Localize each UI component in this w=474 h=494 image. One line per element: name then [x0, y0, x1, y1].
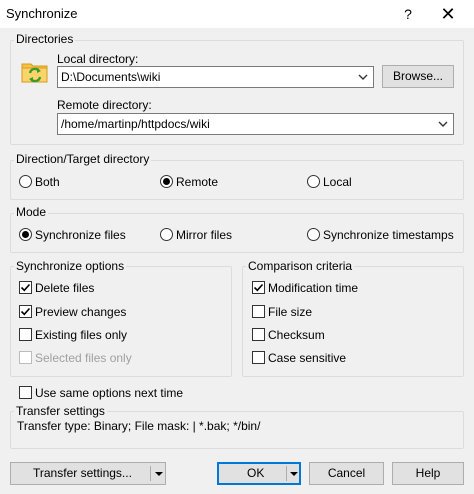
- file-size-checkbox[interactable]: [252, 305, 265, 318]
- mode-mirror-files-label: Mirror files: [176, 228, 232, 242]
- mode-sync-timestamps-radio[interactable]: [307, 228, 320, 241]
- case-sensitive-label: Case sensitive: [268, 351, 347, 365]
- checksum-option[interactable]: Checksum: [252, 327, 402, 343]
- delete-files-option[interactable]: Delete files: [19, 280, 169, 296]
- transfer-settings-button-label: Transfer settings...: [33, 466, 132, 480]
- sync-options-group-label: Synchronize options: [14, 259, 127, 273]
- checkmark-icon: [20, 283, 31, 292]
- direction-group-label: Direction/Target directory: [14, 152, 152, 166]
- checkmark-icon: [20, 307, 31, 316]
- mode-mirror-files-option[interactable]: Mirror files: [160, 227, 280, 243]
- comparison-criteria-group-label: Comparison criteria: [246, 259, 355, 273]
- preview-changes-label: Preview changes: [35, 305, 127, 319]
- remote-directory-combo[interactable]: /home/martinp/httpdocs/wiki: [57, 113, 454, 135]
- remote-directory-value: /home/martinp/httpdocs/wiki: [61, 117, 210, 131]
- chevron-down-icon: [358, 74, 368, 80]
- existing-files-only-option[interactable]: Existing files only: [19, 327, 169, 343]
- local-directory-label: Local directory:: [57, 52, 139, 66]
- mode-sync-files-label: Synchronize files: [35, 228, 126, 242]
- local-directory-value: D:\Documents\wiki: [61, 70, 161, 84]
- directories-group-label: Directories: [14, 32, 76, 46]
- selected-files-only-checkbox: [19, 351, 32, 364]
- modification-time-option[interactable]: Modification time: [252, 280, 402, 296]
- preview-changes-checkbox[interactable]: [19, 305, 32, 318]
- selected-files-only-label: Selected files only: [35, 351, 132, 365]
- checksum-label: Checksum: [268, 328, 325, 342]
- file-size-label: File size: [268, 305, 313, 319]
- browse-button[interactable]: Browse...: [382, 65, 454, 88]
- same-options-option[interactable]: Use same options next time: [19, 385, 219, 401]
- direction-local-radio[interactable]: [307, 175, 320, 188]
- direction-remote-label: Remote: [176, 175, 219, 189]
- delete-files-label: Delete files: [35, 281, 95, 295]
- mode-mirror-files-radio[interactable]: [160, 228, 173, 241]
- direction-remote-option[interactable]: Remote: [160, 174, 260, 190]
- folder-sync-icon: [20, 56, 50, 86]
- file-size-option[interactable]: File size: [252, 304, 402, 320]
- mode-sync-timestamps-label: Synchronize timestamps: [323, 228, 454, 242]
- preview-changes-option[interactable]: Preview changes: [19, 304, 169, 320]
- checksum-checkbox[interactable]: [252, 328, 265, 341]
- mode-sync-files-option[interactable]: Synchronize files: [19, 227, 149, 243]
- transfer-settings-summary: Transfer type: Binary; File mask: | *.ba…: [17, 419, 261, 433]
- mode-sync-files-radio[interactable]: [19, 228, 32, 241]
- direction-both-option[interactable]: Both: [19, 174, 119, 190]
- ok-split-button[interactable]: OK: [217, 462, 301, 485]
- delete-files-checkbox[interactable]: [19, 281, 32, 294]
- help-button[interactable]: Help: [392, 462, 464, 485]
- chevron-down-icon: [438, 121, 448, 127]
- chevron-down-icon[interactable]: [154, 469, 164, 479]
- direction-both-label: Both: [35, 175, 60, 189]
- mode-sync-timestamps-option[interactable]: Synchronize timestamps: [307, 227, 457, 243]
- direction-remote-radio[interactable]: [160, 175, 173, 188]
- selected-files-only-option: Selected files only: [19, 350, 169, 366]
- checkmark-icon: [253, 283, 264, 292]
- transfer-settings-split-button[interactable]: Transfer settings...: [10, 462, 166, 485]
- direction-both-radio[interactable]: [19, 175, 32, 188]
- direction-local-option[interactable]: Local: [307, 174, 407, 190]
- close-button[interactable]: ✕: [434, 3, 462, 25]
- modification-time-checkbox[interactable]: [252, 281, 265, 294]
- local-directory-combo[interactable]: D:\Documents\wiki: [57, 66, 374, 88]
- existing-files-only-label: Existing files only: [35, 328, 128, 342]
- existing-files-only-checkbox[interactable]: [19, 328, 32, 341]
- ok-button-label: OK: [247, 466, 265, 480]
- chevron-down-icon[interactable]: [289, 469, 299, 479]
- cancel-button[interactable]: Cancel: [309, 462, 384, 485]
- window-title: Synchronize: [6, 6, 78, 21]
- remote-directory-label: Remote directory:: [57, 98, 152, 112]
- case-sensitive-option[interactable]: Case sensitive: [252, 350, 402, 366]
- split-divider: [286, 466, 287, 481]
- split-divider: [150, 466, 151, 481]
- direction-local-label: Local: [323, 175, 352, 189]
- mode-group-label: Mode: [14, 205, 49, 219]
- same-options-label: Use same options next time: [35, 386, 184, 400]
- help-title-button[interactable]: ?: [396, 3, 420, 25]
- modification-time-label: Modification time: [268, 281, 359, 295]
- transfer-settings-group-label: Transfer settings: [14, 404, 107, 418]
- case-sensitive-checkbox[interactable]: [252, 351, 265, 364]
- same-options-checkbox[interactable]: [19, 386, 32, 399]
